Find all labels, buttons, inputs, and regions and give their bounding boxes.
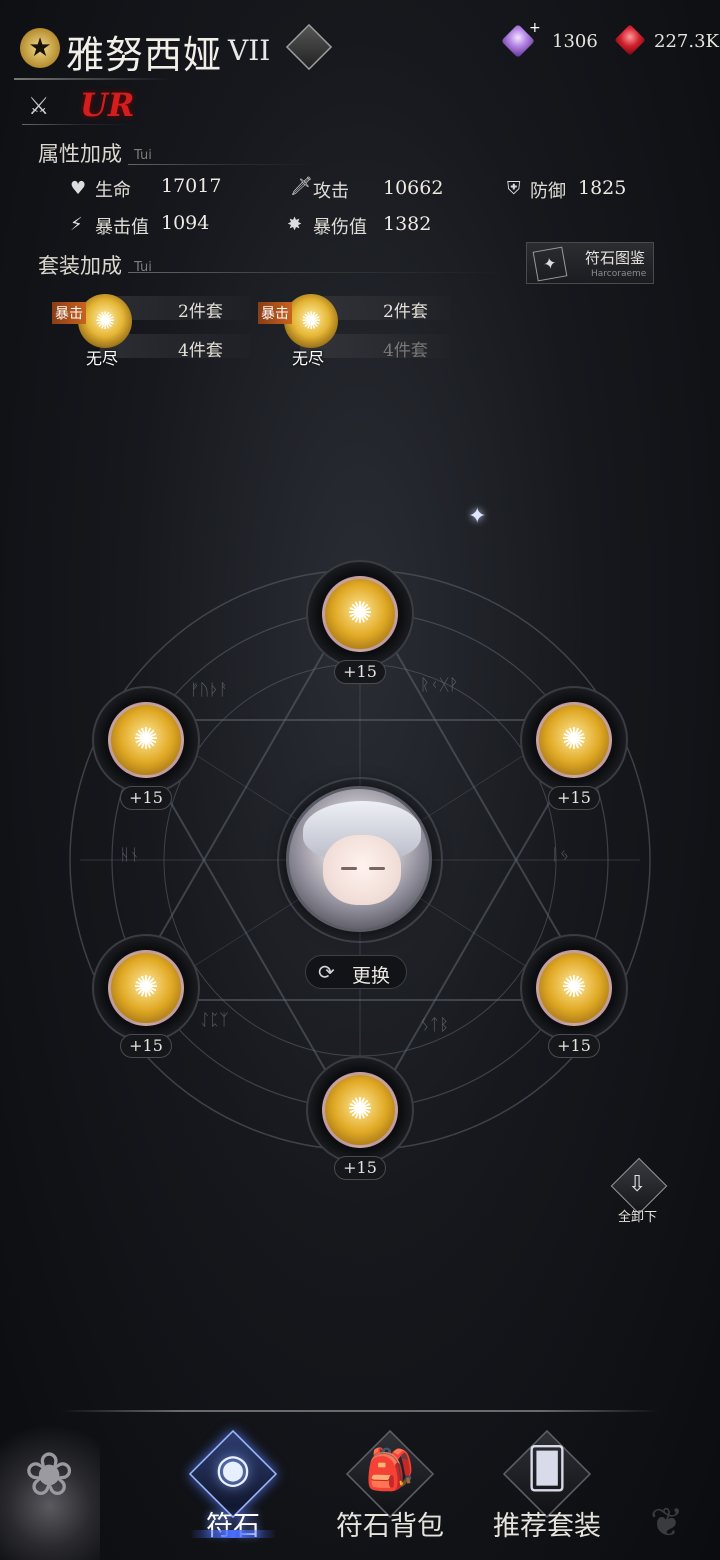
stat-label-crit-damage: 暴伤值 — [313, 217, 367, 238]
svg-text:ᛊᛏᛒ: ᛊᛏᛒ — [420, 1015, 449, 1034]
rune-slot-lower-left[interactable]: ✺ +15 — [92, 934, 200, 1058]
weapon-icon: ⚔ — [28, 92, 50, 120]
slot-level: +15 — [548, 1034, 600, 1058]
set-tag-crit: 暴击 — [52, 302, 86, 324]
divider — [128, 164, 318, 165]
rune-codex-button[interactable]: ✦ 符石图鉴 Harcoraeme — [526, 242, 654, 284]
hero-name: 雅努西娅 — [66, 33, 223, 77]
stat-value-hp: 17017 — [161, 175, 222, 197]
rune-slot-upper-left[interactable]: ✺ +15 — [92, 686, 200, 810]
portrait-eye — [341, 867, 357, 870]
rune-icon: ✺ — [322, 1072, 398, 1148]
heart-icon: ♥ — [70, 178, 87, 199]
unequip-icon: ⇩ — [628, 1172, 647, 1197]
swap-icon: ⟳ — [318, 960, 335, 984]
stat-value-crit: 1094 — [161, 212, 210, 234]
unequip-all-button[interactable]: ⇩ 全卸下 — [604, 1157, 674, 1230]
hero-portrait[interactable] — [286, 786, 432, 932]
title-underline — [14, 78, 170, 80]
set-rune-icon[interactable]: ✺ — [284, 294, 338, 348]
set-2piece: 2件套 — [383, 302, 428, 322]
stat-value-crit-damage: 1382 — [383, 213, 432, 235]
gem-amount: 227.3K — [654, 31, 719, 52]
stat-value-atk: 10662 — [383, 177, 444, 199]
nav-label: 推荐套装 — [493, 1511, 601, 1542]
crit-damage-icon: ✸ — [287, 214, 303, 235]
slot-level: +15 — [120, 786, 172, 810]
set-rune-icon[interactable]: ✺ — [78, 294, 132, 348]
codex-book-icon: ✦ — [532, 246, 568, 282]
set-tag-endless: 无尽 — [292, 349, 325, 368]
codex-sublabel: Harcoraeme — [591, 269, 647, 279]
backpack-icon: 🎒 — [365, 1447, 415, 1493]
swap-label: 更换 — [352, 965, 391, 987]
sword-icon: 🗡 — [290, 176, 313, 197]
nav-label: 符石背包 — [336, 1511, 444, 1542]
rune-slot-lower-right[interactable]: ✺ +15 — [520, 934, 628, 1058]
crystal-amount: 1306 — [552, 31, 598, 52]
divider — [128, 272, 508, 273]
attributes-title: 属性加成 — [38, 142, 122, 166]
stat-label-crit: 暴击值 — [95, 217, 149, 238]
set-tag-crit: 暴击 — [258, 302, 292, 324]
cards-icon: 🂠 — [526, 1446, 568, 1492]
swap-hero-button[interactable]: ⟳ 更换 — [305, 955, 407, 989]
divider — [22, 124, 132, 125]
stat-label-def: 防御 — [530, 181, 566, 202]
set-2piece: 2件套 — [178, 302, 223, 322]
stat-label-atk: 攻击 — [313, 181, 349, 202]
attributes-subtitle: Tui — [134, 148, 152, 163]
rose-icon: ❀ — [24, 1440, 75, 1510]
nav-tab-recommended-sets[interactable]: 🂠 推荐套装 — [472, 1420, 622, 1550]
stat-label-hp: 生命 — [95, 180, 131, 201]
nav-tab-rune-bag[interactable]: 🎒 符石背包 — [315, 1420, 465, 1550]
emblem-icon — [285, 23, 333, 71]
rune-icon: ✺ — [108, 950, 184, 1026]
hero-rank: VII — [228, 34, 271, 67]
rarity-badge: UR — [80, 86, 135, 124]
crit-icon: ⚡ — [70, 214, 83, 235]
unequip-label: 全卸下 — [618, 1210, 658, 1225]
set-bonus-title: 套装加成 — [38, 254, 122, 278]
add-currency-icon[interactable]: + — [529, 20, 541, 36]
slot-level: +15 — [334, 660, 386, 684]
hero-star-icon: ★ — [20, 28, 60, 68]
nav-divider — [60, 1410, 660, 1412]
rune-icon: ✺ — [322, 576, 398, 652]
portrait-face — [323, 835, 401, 905]
active-indicator — [190, 1530, 276, 1538]
rune-icon: ✺ — [536, 702, 612, 778]
stat-value-def: 1825 — [578, 177, 627, 199]
svg-text:ᛁᛃ: ᛁᛃ — [550, 845, 569, 864]
slot-level: +15 — [120, 1034, 172, 1058]
slot-level: +15 — [334, 1156, 386, 1180]
rune-icon: ✺ — [536, 950, 612, 1026]
svg-text:ᚱᚲᚷᚹ: ᚱᚲᚷᚹ — [420, 675, 458, 694]
thorn-icon: ❦ — [650, 1500, 684, 1546]
set-tag-endless: 无尽 — [86, 349, 119, 368]
rune-slot-upper-right[interactable]: ✺ +15 — [520, 686, 628, 810]
svg-text:ᛇᛈᛉ: ᛇᛈᛉ — [200, 1010, 229, 1029]
flame-eye-icon: ◉ — [215, 1446, 251, 1492]
portrait-eye — [369, 867, 385, 870]
nav-tab-runes[interactable]: ◉ 符石 — [158, 1420, 308, 1550]
rune-slot-bottom[interactable]: ✺ +15 — [306, 1056, 414, 1180]
rune-icon: ✺ — [108, 702, 184, 778]
svg-text:ᚺᚾ: ᚺᚾ — [120, 845, 139, 864]
red-gem-icon[interactable] — [614, 24, 646, 56]
slot-level: +15 — [548, 786, 600, 810]
shield-icon: ⛨ — [507, 178, 521, 199]
set-4piece-inactive: 4件套 — [383, 341, 428, 361]
sparkle-icon: ✦ — [468, 504, 487, 529]
rune-slot-top[interactable]: ✺ +15 — [306, 560, 414, 684]
codex-label: 符石图鉴 — [585, 249, 646, 267]
set-4piece: 4件套 — [178, 341, 223, 361]
